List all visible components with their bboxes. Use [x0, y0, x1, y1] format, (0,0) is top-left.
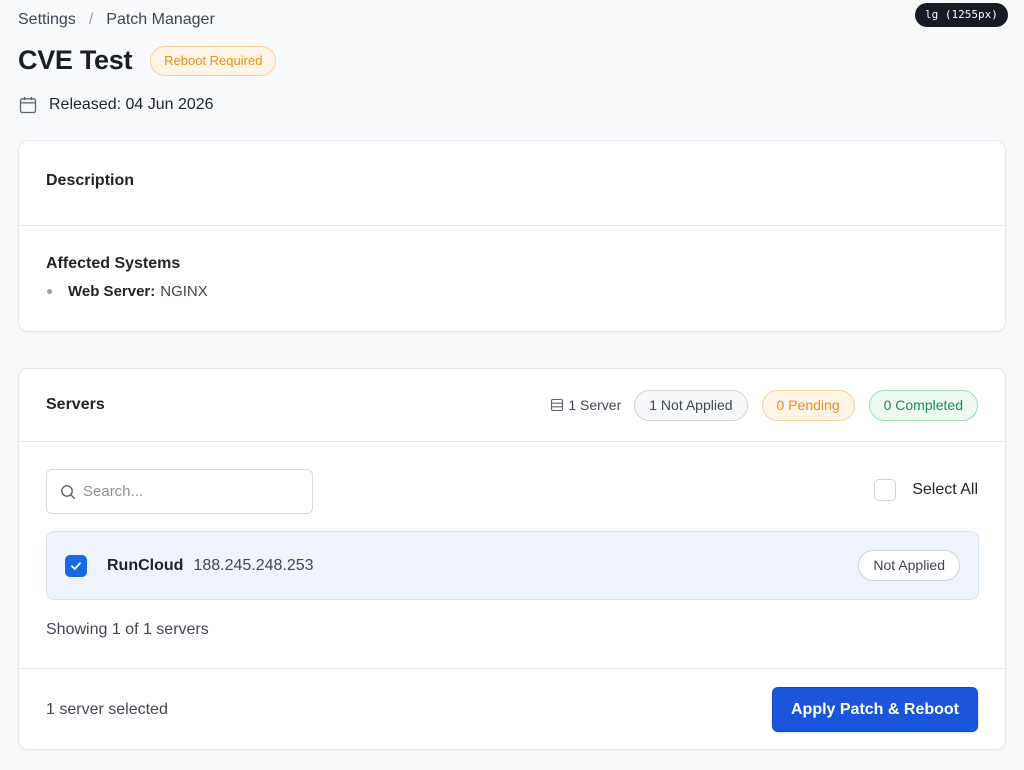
servers-card: Servers 1 Server 1 Not Applied 0 Pending… [18, 368, 1006, 750]
server-row-checkbox[interactable] [65, 554, 87, 577]
viewport-size-badge: lg (1255px) [915, 3, 1008, 27]
affected-system-item: Web Server: NGINX [46, 283, 978, 300]
release-date: Released: 04 Jun 2026 [19, 96, 214, 114]
server-ip: 188.245.248.253 [193, 556, 314, 574]
pending-count-pill: 0 Pending [761, 389, 855, 421]
not-applied-count-pill: 1 Not Applied [634, 389, 748, 421]
check-icon [71, 561, 81, 570]
apply-patch-reboot-button[interactable]: Apply Patch & Reboot [771, 687, 978, 732]
affected-systems-title: Affected Systems [46, 255, 181, 272]
server-count: 1 Server [550, 397, 621, 413]
server-status-badge: Not Applied [858, 550, 960, 581]
server-count-label: 1 Server [568, 397, 622, 413]
server-row[interactable]: RunCloud 188.245.248.253 Not Applied [46, 531, 979, 600]
select-all-checkbox[interactable] [874, 479, 897, 501]
pagination-summary: Showing 1 of 1 servers [46, 621, 209, 638]
search-icon [60, 484, 76, 500]
calendar-icon [19, 96, 37, 114]
server-icon [550, 398, 564, 412]
reboot-required-badge: Reboot Required [150, 45, 277, 76]
breadcrumb: Settings / Patch Manager [18, 11, 215, 29]
servers-title: Servers [46, 396, 105, 413]
server-name: RunCloud [107, 556, 184, 574]
servers-header: Servers 1 Server 1 Not Applied 0 Pending… [19, 369, 1005, 442]
servers-footer: 1 server selected Apply Patch & Reboot [19, 668, 1005, 750]
breadcrumb-separator: / [88, 11, 94, 28]
completed-count-pill: 0 Completed [868, 389, 978, 421]
search-field[interactable] [46, 469, 313, 514]
release-date-label: Released: 04 Jun 2026 [49, 96, 214, 113]
description-heading: Description [19, 141, 1005, 226]
breadcrumb-current: Patch Manager [106, 11, 215, 28]
search-input[interactable] [83, 483, 293, 500]
affected-system-key: Web Server: [68, 283, 156, 300]
selected-count: 1 server selected [46, 700, 168, 718]
select-all-control[interactable]: Select All [874, 479, 978, 501]
description-card: Description Affected Systems Web Server:… [18, 140, 1006, 332]
affected-systems-section: Affected Systems Web Server: NGINX [19, 226, 1005, 300]
title-row: CVE Test Reboot Required [18, 45, 277, 76]
select-all-label[interactable]: Select All [912, 481, 978, 499]
servers-stats: 1 Server 1 Not Applied 0 Pending 0 Compl… [550, 389, 978, 421]
affected-system-value: NGINX [160, 283, 208, 300]
breadcrumb-settings-link[interactable]: Settings [18, 11, 76, 29]
page-title: CVE Test [18, 45, 133, 75]
bullet-icon [47, 289, 52, 294]
